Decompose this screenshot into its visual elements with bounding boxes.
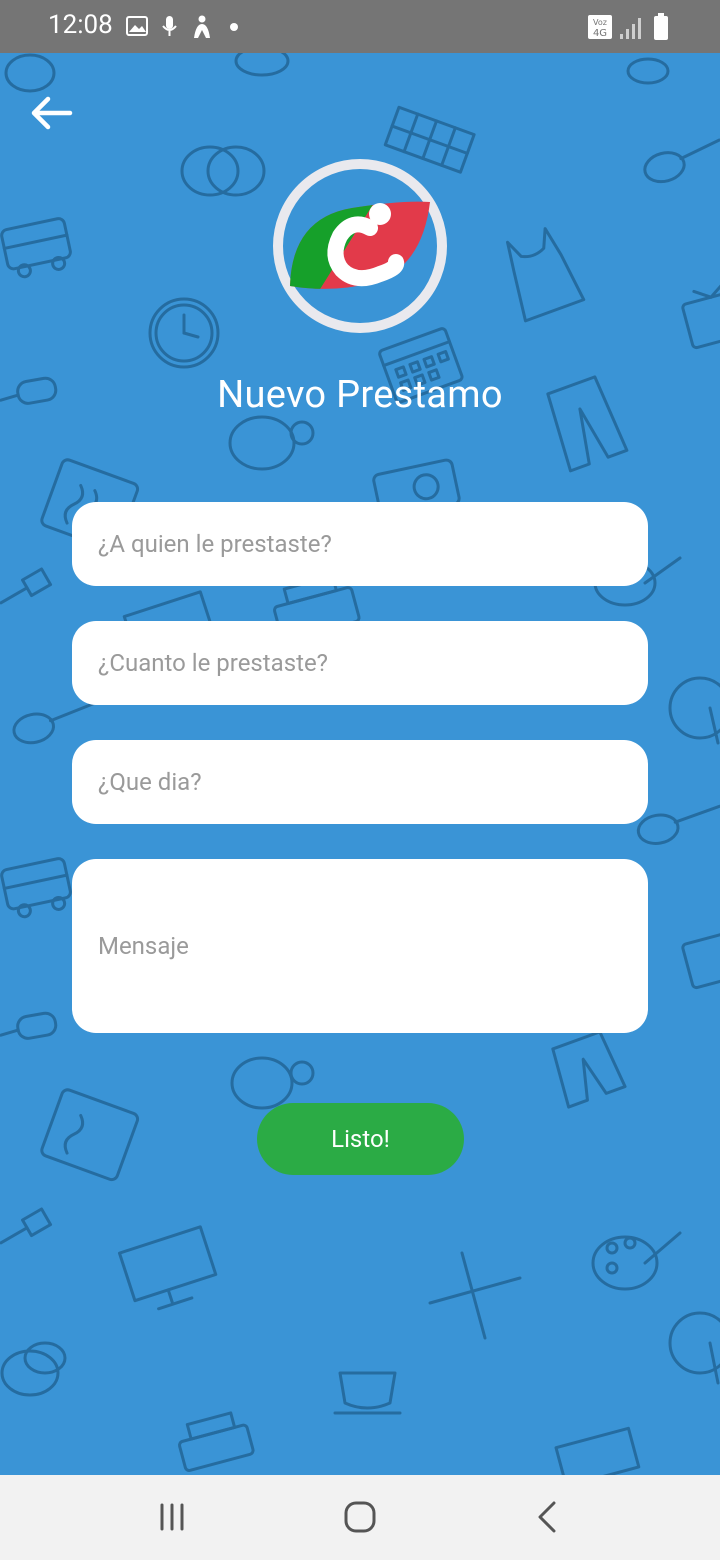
tag-icon-top xyxy=(234,53,290,77)
laptop-icon-2 xyxy=(554,1426,641,1475)
bus-icon xyxy=(0,217,72,279)
accessibility-icon xyxy=(194,15,210,38)
system-nav-bar xyxy=(0,1475,720,1560)
pants-icon-2 xyxy=(551,1030,627,1109)
hammer-icon xyxy=(0,567,53,605)
dot-icon xyxy=(230,23,238,31)
borrower-input[interactable] xyxy=(98,530,622,558)
coffee-icon xyxy=(333,1371,402,1415)
black-friday-tag-icon-2 xyxy=(230,1056,315,1110)
mic-icon-2 xyxy=(0,1011,58,1040)
back-arrow-icon[interactable] xyxy=(28,93,74,133)
status-icons-right: Voz 4G xyxy=(588,13,668,40)
cymbal-icon-2 xyxy=(668,1311,720,1385)
status-time: 12:08 xyxy=(48,10,113,40)
black-friday-tag-icon xyxy=(228,415,315,471)
guitar-icon xyxy=(643,138,720,184)
amount-input[interactable] xyxy=(98,649,622,677)
borrower-field[interactable] xyxy=(72,502,648,586)
masks-icon xyxy=(0,1341,67,1397)
amount-field[interactable] xyxy=(72,621,648,705)
message-input[interactable] xyxy=(98,930,622,962)
palette-icon xyxy=(591,1231,682,1291)
tv-icon xyxy=(681,282,720,350)
battery-icon xyxy=(654,13,668,40)
date-input[interactable] xyxy=(98,768,622,796)
guitar-icon-2 xyxy=(12,701,97,745)
image-icon xyxy=(126,16,148,36)
signal-icon xyxy=(620,18,641,39)
headphones-icon-top xyxy=(626,57,670,85)
home-icon[interactable] xyxy=(340,1497,380,1537)
guitar-icon-3 xyxy=(636,804,720,845)
masks-icon-top xyxy=(4,53,56,93)
svg-text:4G: 4G xyxy=(593,28,607,39)
tv-icon-2 xyxy=(681,928,720,990)
hammer-icon-2 xyxy=(0,1207,53,1245)
message-field[interactable] xyxy=(72,859,648,1033)
svg-text:Voz: Voz xyxy=(593,18,607,27)
recents-icon[interactable] xyxy=(152,1497,192,1537)
pencils-icon xyxy=(428,1251,522,1340)
fabric-icon-2 xyxy=(40,1088,140,1182)
clock-icon xyxy=(148,297,220,369)
volte-4g-icon: Voz 4G xyxy=(588,15,612,39)
app-logo xyxy=(273,159,447,333)
submit-button[interactable]: Listo! xyxy=(257,1103,464,1175)
page-title: Nuevo Prestamo xyxy=(217,373,503,417)
monitor-icon xyxy=(117,1225,218,1311)
date-field[interactable] xyxy=(72,740,648,824)
status-bar: 12:08 Voz 4G xyxy=(0,0,720,53)
microphone-icon xyxy=(162,16,177,36)
coins-icon xyxy=(180,145,266,197)
bus-icon-2 xyxy=(0,857,72,919)
nav-back-icon[interactable] xyxy=(528,1497,568,1537)
app-screen: Nuevo Prestamo Listo! xyxy=(0,53,720,1475)
printer-icon-2 xyxy=(178,1411,255,1472)
tank-top-icon xyxy=(506,227,586,323)
cymbal-icon xyxy=(668,676,720,745)
status-icons-left xyxy=(126,15,238,38)
